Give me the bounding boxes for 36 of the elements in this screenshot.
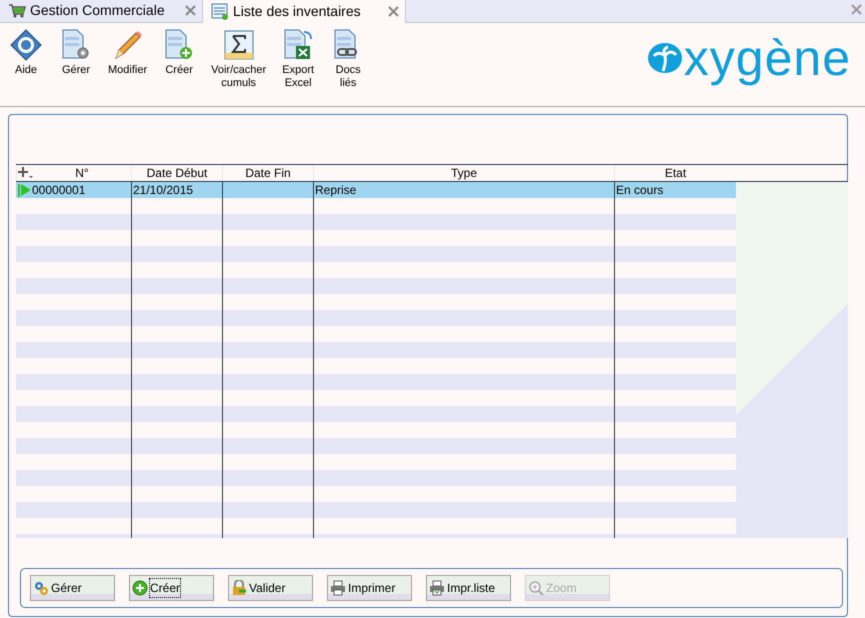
toolbar-button[interactable]: Docs liés <box>330 29 366 90</box>
palm-icon <box>646 41 684 75</box>
toolbar-button[interactable]: Aide <box>8 29 44 77</box>
zoom-icon <box>528 580 544 596</box>
logo: xygène <box>646 33 851 83</box>
toolbar-button[interactable]: Créer <box>161 29 198 77</box>
table-cell: 21/10/2015 <box>133 182 194 198</box>
action-button[interactable]: Valider <box>228 575 313 601</box>
table-cell: Reprise <box>315 182 356 198</box>
toolbar-button[interactable]: Export Excel <box>280 29 316 90</box>
toolbar-button[interactable]: Gérer <box>58 29 94 77</box>
toolbar-button[interactable]: Voir/cacher cumuls <box>211 29 266 90</box>
column-header[interactable]: N° <box>33 165 131 181</box>
list-icon <box>211 2 229 20</box>
add-column-icon[interactable] <box>17 165 33 179</box>
sigma-table-icon <box>222 29 255 61</box>
printer-icon <box>330 580 346 596</box>
table-row[interactable]: 00000001 21/10/2015 Reprise En cours <box>16 182 736 198</box>
close-icon[interactable] <box>851 4 862 15</box>
cart-icon <box>8 2 26 19</box>
lock-icon <box>231 580 247 596</box>
spreadsheet-export-icon <box>282 29 314 61</box>
table-cell: En cours <box>616 182 664 198</box>
action-button[interactable]: Imprimer <box>327 575 412 601</box>
plus-icon <box>132 580 148 596</box>
flag-icon <box>17 183 32 197</box>
action-button[interactable]: Impr.liste <box>426 575 511 601</box>
action-button[interactable]: Créer <box>129 575 214 601</box>
printer-icon <box>429 580 445 596</box>
action-button[interactable]: Gérer <box>30 575 115 601</box>
toolbar-button[interactable]: Modifier <box>108 29 148 77</box>
close-icon[interactable] <box>388 6 399 16</box>
table-cell: 00000001 <box>32 182 86 198</box>
gears-icon <box>33 580 49 596</box>
tab[interactable]: Liste des inventaires <box>203 0 406 23</box>
close-icon[interactable] <box>185 5 196 16</box>
